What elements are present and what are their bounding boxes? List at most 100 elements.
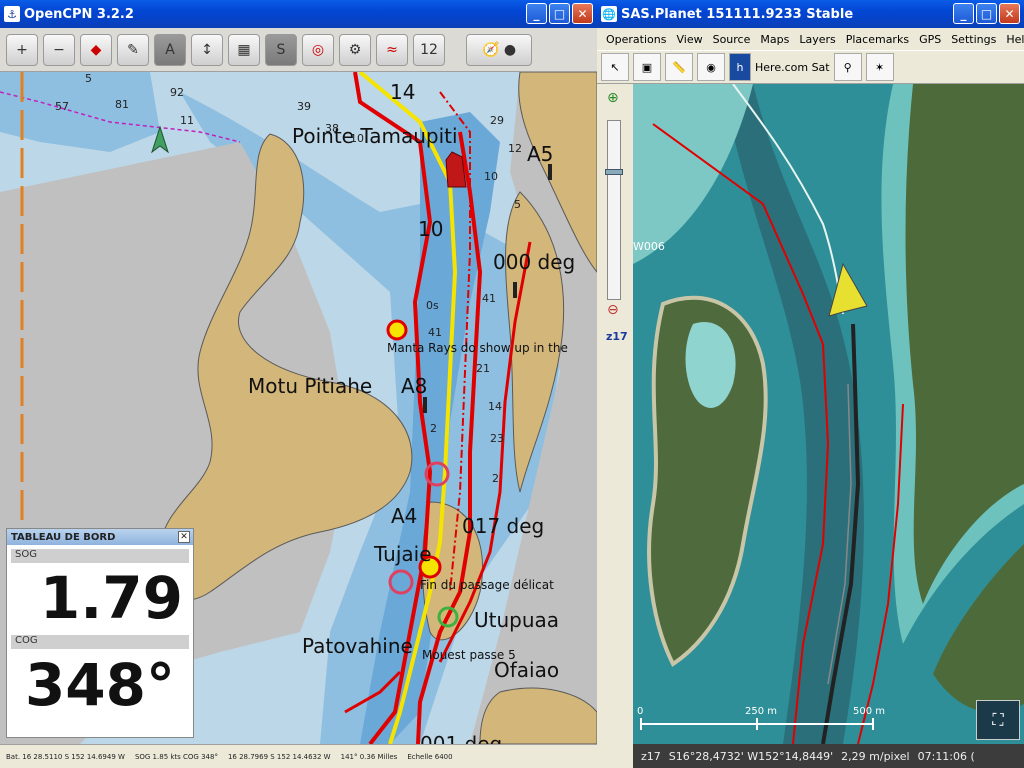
zoom-out-icon[interactable]: − — [43, 33, 75, 66]
svg-text:39: 39 — [297, 100, 311, 113]
minimap-toggle-icon[interactable]: ⛶ — [976, 700, 1020, 740]
menu-help[interactable]: Help — [1001, 33, 1024, 46]
route-icon[interactable]: ◆ — [80, 33, 112, 66]
svg-text:0s: 0s — [426, 299, 439, 312]
svg-text:21: 21 — [476, 362, 490, 375]
status-resolution: 2,29 m/pixel — [841, 749, 910, 763]
label-a5: A5 — [527, 142, 554, 166]
status-coordinates: S16°28,4732' W152°14,8449' — [668, 749, 834, 763]
cog-value: 348° — [24, 651, 176, 719]
sasplanet-toolbar: ↖ ▣ 📏 ◉ h Here.com Sat ⚲ ✶ — [597, 50, 1024, 84]
label-depth-14: 14 — [390, 80, 416, 104]
menu-placemarks[interactable]: Placemarks — [841, 33, 914, 46]
label-patovahine: Patovahine — [302, 634, 413, 658]
menu-layers[interactable]: Layers — [794, 33, 840, 46]
menu-source[interactable]: Source — [708, 33, 756, 46]
chart-icon[interactable]: ▦ — [228, 33, 260, 66]
menu-settings[interactable]: Settings — [946, 33, 1001, 46]
ruler-icon[interactable]: 📏 — [665, 53, 693, 81]
svg-text:81: 81 — [115, 98, 129, 111]
sasplanet-titlebar[interactable]: 🌐 SAS.Planet 151111.9233 Stable _ □ ✕ — [597, 0, 1024, 28]
sasplanet-menubar: Operations View Source Maps Layers Place… — [597, 28, 1024, 50]
menu-view[interactable]: View — [671, 33, 707, 46]
placemark-icon[interactable]: ⚲ — [833, 53, 862, 81]
center-gps-icon[interactable]: ✶ — [865, 53, 894, 81]
svg-text:2: 2 — [430, 422, 437, 435]
zoom-slider[interactable] — [605, 120, 623, 300]
label-utupuaa: Utupuaa — [474, 608, 560, 632]
label-manta-rays: Manta Rays do show up in the — [387, 341, 568, 355]
label-a4: A4 — [391, 504, 418, 528]
select-area-icon[interactable]: ▣ — [633, 53, 661, 81]
maximize-button[interactable]: □ — [549, 3, 570, 24]
zoom-out-icon[interactable]: ⊖ — [607, 302, 623, 318]
status-ship-position: Bat. 16 28.5110 S 152 14.6949 W — [6, 752, 125, 761]
sasplanet-window: 🌐 SAS.Planet 151111.9233 Stable _ □ ✕ Op… — [597, 0, 1024, 768]
svg-text:2: 2 — [492, 472, 499, 485]
maximize-button[interactable]: □ — [976, 3, 997, 24]
scale-icon[interactable]: 12 — [413, 33, 445, 66]
cog-label: COG — [11, 635, 189, 649]
svg-text:23: 23 — [490, 432, 504, 445]
close-button[interactable]: ✕ — [572, 3, 593, 24]
mob-icon[interactable]: ◎ — [302, 33, 334, 66]
label-ofaiao: Ofaiao — [494, 658, 560, 682]
zoom-in-icon[interactable]: + — [6, 33, 38, 66]
svg-text:10: 10 — [484, 170, 498, 183]
svg-text:5: 5 — [85, 72, 92, 85]
zoom-level-label: z17 — [606, 330, 628, 343]
dashboard-title: TABLEAU DE BORD — [11, 531, 116, 543]
scale-label-250: 250 m — [745, 706, 778, 717]
label-depth-10: 10 — [418, 217, 444, 241]
pointer-icon[interactable]: ↖ — [601, 53, 629, 81]
status-cursor-position: 16 28.7969 S 152 14.4632 W — [227, 752, 331, 761]
opencpn-titlebar[interactable]: ⚓ OpenCPN 3.2.2 _ □ ✕ — [0, 0, 597, 28]
dashboard-close-icon[interactable]: ✕ — [178, 531, 190, 543]
svg-text:5: 5 — [514, 198, 521, 211]
svg-text:41: 41 — [428, 326, 442, 339]
svg-text:11: 11 — [180, 114, 194, 127]
menu-operations[interactable]: Operations — [601, 33, 671, 46]
sasplanet-statusbar: z17 S16°28,4732' W152°14,8449' 2,29 m/pi… — [633, 744, 1024, 768]
satellite-map[interactable]: W006 0 250 m 500 m ⛶ — [633, 84, 1024, 744]
gps-icon[interactable]: ◉ — [697, 53, 725, 81]
map-source-select[interactable]: Here.com Sat — [755, 61, 830, 74]
menu-gps[interactable]: GPS — [914, 33, 946, 46]
label-000-deg: 000 deg — [493, 250, 576, 274]
sasplanet-app-icon: 🌐 — [601, 6, 617, 22]
chart-canvas[interactable]: 57 81 92 5 11 39 38 29 12 10 5 41 21 14 23 0s 41 2 2… — [0, 72, 597, 744]
status-range-bearing: 141° 0.36 Milles — [340, 752, 398, 761]
label-a8: A8 — [401, 374, 428, 398]
here-logo-icon: h — [729, 53, 751, 81]
text-tool-icon[interactable]: A — [154, 33, 186, 66]
label-tujaie: Tujaie — [374, 542, 432, 566]
zoom-in-icon[interactable]: ⊕ — [607, 90, 623, 106]
opencpn-app-icon: ⚓ — [4, 6, 20, 22]
svg-text:92: 92 — [170, 86, 184, 99]
sog-label: SOG — [11, 549, 189, 563]
settings-icon[interactable]: ⚙ — [339, 33, 371, 66]
menu-maps[interactable]: Maps — [755, 33, 794, 46]
tools-icon[interactable]: ✎ — [117, 33, 149, 66]
svg-text:29: 29 — [490, 114, 504, 127]
svg-text:41: 41 — [482, 292, 496, 305]
svg-text:57: 57 — [55, 100, 69, 113]
scale-label-500: 500 m — [853, 706, 886, 717]
sog-value: 1.79 — [39, 564, 183, 632]
track-icon[interactable]: S — [265, 33, 297, 66]
minimize-button[interactable]: _ — [526, 3, 547, 24]
svg-text:12: 12 — [508, 142, 522, 155]
label-001-deg: 001 deg — [420, 732, 503, 744]
minimize-button[interactable]: _ — [953, 3, 974, 24]
status-zoom: z17 — [641, 749, 661, 763]
dashboard-panel[interactable]: TABLEAU DE BORD ✕ SOG 1.79 COG 348° — [6, 528, 194, 738]
status-scale: Echelle 6400 — [407, 752, 453, 761]
compass-gps-icon[interactable]: 🧭 ● — [466, 33, 532, 66]
zoom-slider-handle[interactable] — [605, 169, 623, 175]
status-sog-cog: SOG 1.85 kts COG 348° — [134, 752, 218, 761]
opencpn-title: OpenCPN 3.2.2 — [24, 6, 134, 22]
dashboard-titlebar[interactable]: TABLEAU DE BORD ✕ — [7, 529, 193, 545]
ais-icon[interactable]: ≈ — [376, 33, 408, 66]
close-button[interactable]: ✕ — [999, 3, 1020, 24]
tide-icon[interactable]: ↕ — [191, 33, 223, 66]
